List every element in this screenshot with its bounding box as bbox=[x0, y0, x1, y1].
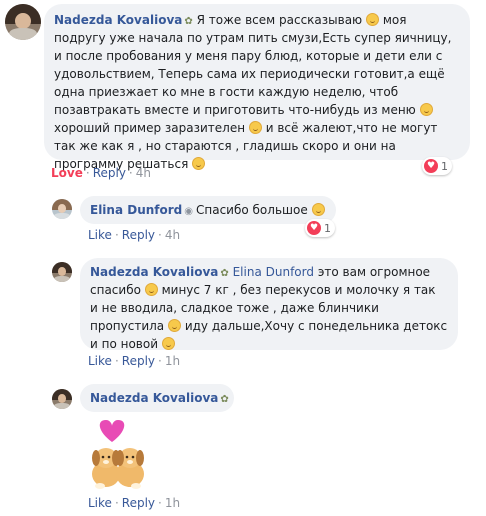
comment-actions: Like · Reply · 1h bbox=[88, 496, 181, 510]
reply-button[interactable]: Reply bbox=[122, 228, 155, 242]
avatar-elina[interactable] bbox=[52, 199, 72, 219]
comment-text-line: и не вводила, сладкое тоже , даже блинчи… bbox=[90, 301, 379, 315]
smile-emoji-icon bbox=[311, 203, 325, 216]
sprout-icon: ✿ bbox=[220, 394, 229, 405]
reaction-count-badge[interactable]: ♥ 1 bbox=[305, 219, 335, 237]
comment-timestamp[interactable]: 4h bbox=[165, 228, 180, 242]
love-button[interactable]: Love bbox=[51, 166, 83, 180]
comment-author[interactable]: Nadezda Kovaliova bbox=[54, 13, 182, 27]
comment-text-line: удовольствием, Теперь сама их периодичес… bbox=[54, 67, 445, 81]
comment-timestamp[interactable]: 1h bbox=[165, 496, 180, 510]
smile-emoji-icon bbox=[419, 103, 433, 116]
comment-text-line: Я тоже всем рассказываю bbox=[196, 13, 363, 27]
puppies-love-sticker bbox=[92, 420, 144, 489]
comment-text-line: пропустила bbox=[90, 319, 165, 333]
comment-bubble: Elina Dunford ◉ Спасибо большое bbox=[80, 196, 336, 224]
comment-text-line: так же как я , но стараются , гладишь ск… bbox=[54, 139, 396, 153]
comment-author[interactable]: Nadezda Kovaliova bbox=[90, 391, 218, 405]
smile-emoji-icon bbox=[168, 319, 181, 332]
comment-text-line: это вам огромное bbox=[317, 265, 431, 279]
like-button[interactable]: Like bbox=[88, 496, 112, 510]
smile-emoji-icon bbox=[144, 283, 158, 296]
avatar-nadezda[interactable] bbox=[52, 389, 72, 409]
comment-actions: Like · Reply · 1h bbox=[88, 354, 181, 368]
comment-text-line: подругу уже начала по утрам пить смузи,Е… bbox=[54, 31, 452, 45]
heart-icon: ♥ bbox=[424, 159, 438, 173]
comment-timestamp[interactable]: 4h bbox=[136, 166, 151, 180]
comment-bubble: Nadezda Kovaliova ✿ bbox=[80, 384, 234, 412]
comment-text-line: хороший пример заразителен bbox=[54, 121, 246, 135]
comment-actions: Like · Reply · 4h bbox=[88, 228, 181, 242]
heart-icon bbox=[99, 420, 125, 442]
comment-text: Спасибо большое bbox=[196, 203, 308, 217]
comment-bubble: Nadezda Kovaliova ✿ Я тоже всем рассказыв… bbox=[44, 4, 470, 171]
comment-author[interactable]: Elina Dunford bbox=[90, 203, 182, 217]
heart-icon: ♥ bbox=[307, 221, 321, 235]
comment-text-line: одна приезжает ко мне в гости каждую нед… bbox=[54, 85, 399, 99]
like-button[interactable]: Like bbox=[88, 228, 112, 242]
comment-bubble: Nadezda Kovaliova ✿ Elina Dunford это вам… bbox=[80, 258, 458, 351]
avatar-nadezda[interactable] bbox=[5, 4, 41, 40]
comment-text-line: и по новой bbox=[90, 337, 159, 351]
like-button[interactable]: Like bbox=[88, 354, 112, 368]
avatar-nadezda[interactable] bbox=[52, 262, 72, 282]
reaction-count-badge[interactable]: ♥ 1 bbox=[422, 157, 452, 175]
comment-timestamp[interactable]: 1h bbox=[165, 354, 180, 368]
comment-text-line: моя bbox=[382, 13, 407, 27]
reaction-count: 1 bbox=[324, 221, 331, 235]
comment-text-line: и всё жалеют,что не могут bbox=[265, 121, 438, 135]
comment-text-line: спасибо bbox=[90, 283, 141, 297]
mention-link[interactable]: Elina Dunford bbox=[233, 265, 314, 279]
comment-text-line: и после пробования у меня пару блюд, кот… bbox=[54, 49, 443, 63]
shield-icon: ◉ bbox=[184, 206, 193, 217]
smile-emoji-icon bbox=[161, 337, 175, 350]
smile-emoji-icon bbox=[248, 121, 262, 134]
comment-text-line: иду дальше,Хочу с понедельника детокс bbox=[184, 319, 448, 333]
reply-button[interactable]: Reply bbox=[93, 166, 126, 180]
comment-author[interactable]: Nadezda Kovaliova bbox=[90, 265, 218, 279]
comment-text-line: минус 7 кг , без перекусов и молочку я т… bbox=[161, 283, 436, 297]
reply-button[interactable]: Reply bbox=[122, 354, 155, 368]
reaction-count: 1 bbox=[441, 159, 448, 173]
comment-actions: Love · Reply · 4h bbox=[51, 166, 151, 180]
comment-text-line: позавтракать вместе и приготовить что-ни… bbox=[54, 103, 416, 117]
smile-emoji-icon bbox=[365, 13, 379, 26]
smile-emoji-icon bbox=[192, 157, 206, 170]
reply-button[interactable]: Reply bbox=[122, 496, 155, 510]
